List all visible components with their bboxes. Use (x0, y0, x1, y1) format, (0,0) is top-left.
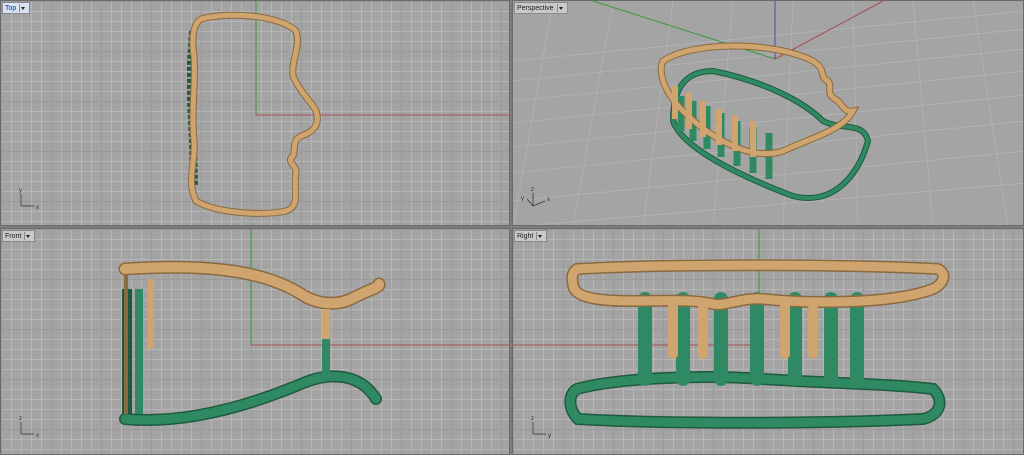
viewport-title: Right (517, 232, 534, 240)
viewport-label-front[interactable]: Front (2, 230, 36, 242)
perspective-grid (513, 1, 1023, 225)
axis-label-y: y (19, 188, 22, 194)
axis-label-z: z (531, 416, 534, 422)
axis-widget-front: z x (19, 416, 39, 439)
axis-widget-top: y x (19, 188, 39, 211)
perspective-view-scene: z y x (513, 1, 1023, 225)
axis-widget-perspective: z y x (521, 187, 550, 207)
green-lower-part (564, 292, 946, 429)
axis-label-z: z (531, 187, 534, 193)
front-view-scene: z x (19, 229, 509, 439)
axis-label-z: z (19, 416, 22, 422)
top-view-scene: y x (19, 1, 509, 217)
gold-upper-part (118, 260, 386, 414)
chevron-down-icon[interactable] (24, 232, 32, 240)
viewport-label-perspective[interactable]: Perspective (514, 2, 568, 14)
viewport-title: Top (5, 4, 17, 12)
axis-label-y: y (521, 196, 524, 202)
axis-label-x: x (547, 197, 550, 203)
viewport-title: Perspective (517, 4, 554, 12)
chevron-down-icon[interactable] (536, 232, 544, 240)
axis-widget-right: z y (531, 416, 551, 439)
viewport-top[interactable]: Top y x (0, 0, 510, 226)
viewport-right[interactable]: Right z y (512, 228, 1024, 455)
viewport-front[interactable]: Front z x (0, 228, 510, 455)
axis-label-x: x (36, 433, 39, 439)
viewport-label-top[interactable]: Top (2, 2, 31, 14)
viewport-label-right[interactable]: Right (514, 230, 548, 242)
viewport-title: Front (5, 232, 22, 240)
viewport-perspective[interactable]: Perspective z y x (512, 0, 1024, 226)
axis-label-y: y (548, 433, 551, 439)
axis-label-x: x (36, 205, 39, 211)
right-view-scene: z y (513, 229, 950, 439)
chevron-down-icon[interactable] (19, 4, 27, 12)
chevron-down-icon[interactable] (556, 4, 565, 12)
